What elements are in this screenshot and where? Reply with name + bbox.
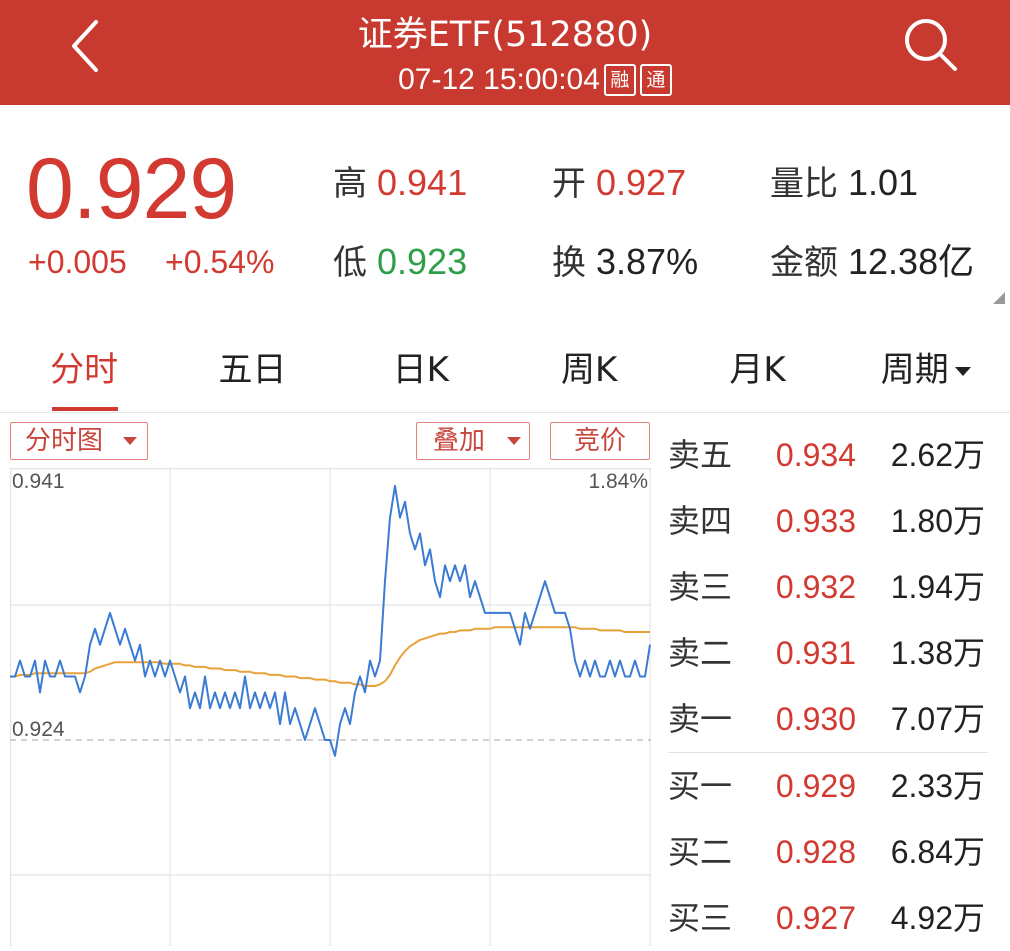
stat-value: 1.01	[848, 162, 919, 203]
stat-label: 高	[333, 164, 367, 204]
price-change-pct: +0.54%	[165, 244, 275, 280]
y-label-high: 0.941	[12, 470, 65, 493]
ask-row[interactable]: 卖一 0.930 7.07万	[668, 686, 998, 752]
ask-level: 卖三	[668, 568, 733, 606]
bid-volume: 6.84万	[890, 834, 985, 870]
active-tab-indicator	[52, 407, 118, 411]
ask-level: 卖二	[668, 634, 733, 672]
bid-price: 0.929	[775, 768, 856, 804]
tab-intraday[interactable]: 分时	[0, 345, 168, 395]
stat-label: 金额	[770, 243, 838, 283]
search-icon	[905, 19, 957, 71]
order-book: 卖五 0.934 2.62万 卖四 0.933 1.80万 卖三 0.932 1.94万 卖…	[668, 422, 998, 951]
chart-plot	[10, 468, 651, 946]
auction-button[interactable]: 竞价	[550, 422, 650, 460]
ask-row[interactable]: 卖五 0.934 2.62万	[668, 422, 998, 488]
corner-triangle-icon[interactable]	[993, 292, 1005, 304]
y-label-high-pct: 1.84%	[588, 470, 648, 493]
bid-level: 买一	[668, 767, 733, 805]
quote-datetime: 07-12 15:00:04	[398, 63, 600, 96]
connect-badge: 通	[639, 64, 672, 96]
bid-row[interactable]: 买一 0.929 2.33万	[668, 753, 998, 819]
tab-daily-k[interactable]: 日K	[337, 345, 505, 395]
ask-row[interactable]: 卖二 0.931 1.38万	[668, 620, 998, 686]
page-title: 证券ETF(512880)	[357, 15, 653, 55]
caret-down-icon	[123, 437, 138, 445]
caret-down-icon	[954, 367, 971, 376]
stat-turnover: 换 3.87%	[552, 240, 698, 285]
stat-amount: 金额 12.38亿	[770, 240, 974, 285]
tab-period-label: 周期	[880, 350, 949, 390]
bid-row[interactable]: 买三 0.927 4.92万	[668, 885, 998, 951]
ask-level: 卖一	[668, 700, 733, 738]
bid-volume: 2.33万	[890, 768, 985, 804]
intraday-chart[interactable]	[10, 468, 652, 946]
stat-volume-ratio: 量比 1.01	[770, 161, 918, 206]
ask-level: 卖四	[668, 502, 733, 540]
bid-volume: 4.92万	[890, 900, 985, 936]
stat-high: 高 0.941	[333, 161, 467, 206]
bid-level: 买二	[668, 833, 733, 871]
bid-row[interactable]: 买二 0.928 6.84万	[668, 819, 998, 885]
ask-price: 0.931	[775, 635, 856, 671]
period-tabs: 分时 五日 日K 周K 月K 周期	[0, 345, 1010, 395]
ask-volume: 7.07万	[890, 701, 985, 737]
y-label-prev-close: 0.924	[12, 718, 65, 741]
bid-level: 买三	[668, 899, 733, 937]
stat-label: 开	[552, 164, 586, 204]
tab-five-day[interactable]: 五日	[168, 345, 336, 395]
caret-down-icon	[507, 437, 522, 445]
chart-type-label: 分时图	[25, 426, 104, 456]
ask-price: 0.933	[775, 503, 856, 539]
chart-type-select[interactable]: 分时图	[10, 422, 148, 460]
subtitle-row: 07-12 15:00:04 融 通	[0, 62, 1010, 98]
ask-volume: 2.62万	[890, 437, 985, 473]
tab-period-menu[interactable]: 周期	[842, 345, 1010, 395]
auction-label: 竞价	[573, 426, 626, 456]
tab-monthly-k[interactable]: 月K	[673, 345, 841, 395]
ask-row[interactable]: 卖四 0.933 1.80万	[668, 488, 998, 554]
tab-weekly-k[interactable]: 周K	[505, 345, 673, 395]
stat-value: 0.923	[377, 241, 468, 282]
overlay-label: 叠加	[433, 426, 486, 456]
stat-value: 12.38亿	[848, 241, 975, 282]
chart-grid	[10, 468, 651, 946]
bid-price: 0.927	[775, 900, 856, 936]
stat-value: 0.941	[377, 162, 468, 203]
ask-level: 卖五	[668, 436, 733, 474]
ask-row[interactable]: 卖三 0.932 1.94万	[668, 554, 998, 620]
stat-value: 3.87%	[596, 241, 699, 282]
stat-label: 换	[552, 243, 586, 283]
stat-low: 低 0.923	[333, 240, 467, 285]
bid-price: 0.928	[775, 834, 856, 870]
stat-open: 开 0.927	[552, 161, 686, 206]
ask-volume: 1.38万	[890, 635, 985, 671]
search-button[interactable]	[898, 12, 962, 76]
ask-volume: 1.94万	[890, 569, 985, 605]
margin-badge: 融	[603, 64, 636, 96]
last-price: 0.929	[26, 141, 237, 237]
stat-label: 量比	[770, 164, 838, 204]
price-change: +0.005	[28, 244, 127, 280]
ask-volume: 1.80万	[890, 503, 985, 539]
stat-label: 低	[333, 243, 367, 283]
ask-price: 0.930	[775, 701, 856, 737]
divider	[0, 412, 1010, 413]
ask-price: 0.932	[775, 569, 856, 605]
stat-value: 0.927	[596, 162, 687, 203]
overlay-select[interactable]: 叠加	[416, 422, 530, 460]
ask-price: 0.934	[775, 437, 856, 473]
